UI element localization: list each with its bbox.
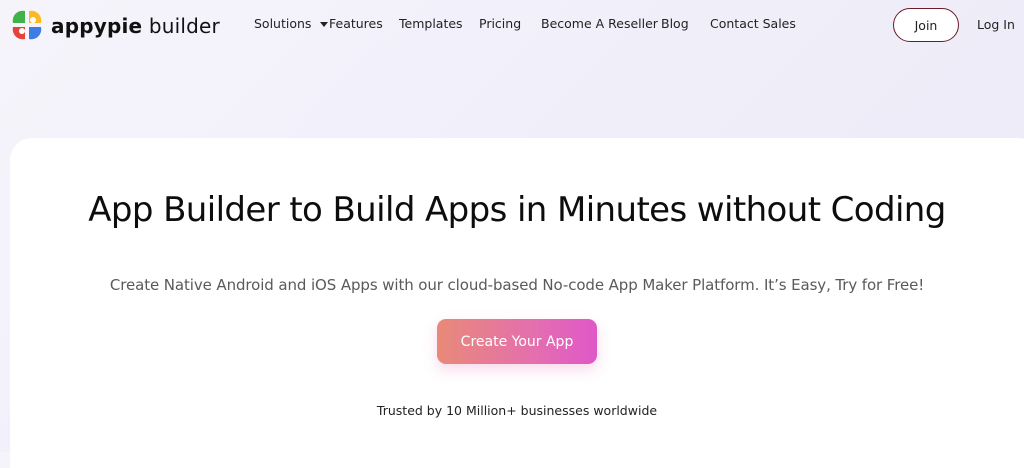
site-header: appypie builder Solutions Features Templ… bbox=[0, 0, 1024, 52]
nav-contact-sales[interactable]: Contact Sales bbox=[710, 16, 796, 31]
join-button[interactable]: Join bbox=[893, 8, 959, 42]
trusted-text: Trusted by 10 Million+ businesses worldw… bbox=[376, 403, 658, 418]
nav-become-reseller[interactable]: Become A Reseller bbox=[541, 16, 658, 31]
login-link[interactable]: Log In bbox=[977, 17, 1015, 32]
nav-pricing[interactable]: Pricing bbox=[479, 16, 521, 31]
brand-logo[interactable]: appypie builder bbox=[9, 6, 220, 46]
hero-card bbox=[10, 138, 1024, 468]
brand-name: appypie builder bbox=[51, 14, 220, 38]
chevron-down-icon bbox=[320, 22, 329, 27]
appypie-logo-icon bbox=[12, 10, 42, 40]
nav-features[interactable]: Features bbox=[329, 16, 383, 31]
nav-solutions[interactable]: Solutions bbox=[254, 16, 329, 31]
hero-title: App Builder to Build Apps in Minutes wit… bbox=[88, 190, 946, 230]
nav-templates[interactable]: Templates bbox=[399, 16, 463, 31]
hero-subtitle: Create Native Android and iOS Apps with … bbox=[109, 276, 925, 294]
nav-blog[interactable]: Blog bbox=[661, 16, 689, 31]
create-app-button[interactable]: Create Your App bbox=[437, 319, 597, 364]
